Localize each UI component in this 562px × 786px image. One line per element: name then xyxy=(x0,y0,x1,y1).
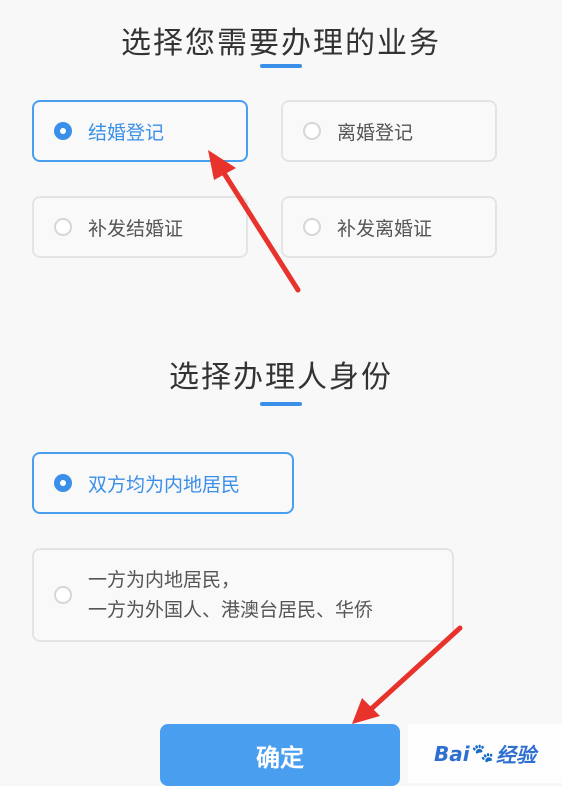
baidu-jingyan-watermark: Bai 🐾 经验 xyxy=(408,724,562,783)
option-one-mainland-one-foreign[interactable]: 一方为内地居民， 一方为外国人、港澳台居民、华侨 xyxy=(32,548,454,642)
option-reissue-marriage-certificate[interactable]: 补发结婚证 xyxy=(32,196,248,258)
watermark-text-left: Bai xyxy=(433,741,470,766)
business-section-title: 选择您需要办理的业务 xyxy=(121,26,441,61)
option-divorce-registration[interactable]: 离婚登记 xyxy=(281,100,497,162)
paw-icon: 🐾 xyxy=(471,743,495,764)
option-label-line1: 一方为内地居民， xyxy=(88,569,241,591)
radio-unchecked-icon xyxy=(303,122,321,140)
option-label: 补发离婚证 xyxy=(337,217,433,240)
option-label-line2: 一方为外国人、港澳台居民、华侨 xyxy=(88,599,374,621)
radio-checked-icon xyxy=(54,474,72,492)
option-label: 离婚登记 xyxy=(337,121,414,144)
option-both-mainland-residents[interactable]: 双方均为内地居民 xyxy=(32,452,294,514)
annotation-arrow-icon xyxy=(352,625,463,724)
confirm-button[interactable]: 确定 xyxy=(160,724,400,786)
identity-section-title: 选择办理人身份 xyxy=(169,360,393,395)
radio-unchecked-icon xyxy=(54,218,72,236)
option-reissue-divorce-certificate[interactable]: 补发离婚证 xyxy=(281,196,497,258)
option-label: 一方为内地居民， 一方为外国人、港澳台居民、华侨 xyxy=(88,565,373,625)
radio-checked-icon xyxy=(54,122,72,140)
radio-unchecked-icon xyxy=(54,586,72,604)
watermark-text-right: 经验 xyxy=(496,743,537,767)
business-title-underline xyxy=(260,64,302,68)
option-marriage-registration[interactable]: 结婚登记 xyxy=(32,100,248,162)
option-label: 结婚登记 xyxy=(88,121,165,144)
option-label: 补发结婚证 xyxy=(88,217,184,240)
option-label: 双方均为内地居民 xyxy=(88,473,241,496)
radio-unchecked-icon xyxy=(303,218,321,236)
identity-title-underline xyxy=(260,402,302,406)
